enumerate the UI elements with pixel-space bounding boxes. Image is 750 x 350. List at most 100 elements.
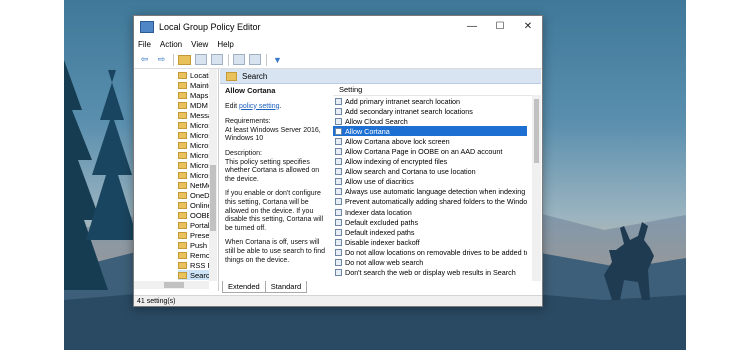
tree-item[interactable]: Remot: [178, 250, 212, 260]
folder-icon: [226, 71, 237, 81]
folder-icon: [178, 211, 187, 219]
tree-item[interactable]: Micros: [178, 140, 212, 150]
export-list-icon[interactable]: [211, 54, 223, 65]
tab-extended[interactable]: Extended: [222, 281, 266, 293]
tree-horizontal-scrollbar[interactable]: [134, 281, 209, 289]
maximize-button[interactable]: ☐: [486, 16, 514, 37]
path-header-title: Search: [242, 71, 268, 81]
up-folder-icon[interactable]: [178, 54, 191, 65]
setting-row[interactable]: Allow Cortana Page in OOBE on an AAD acc…: [333, 146, 527, 156]
setting-column-header[interactable]: Setting: [333, 83, 541, 96]
forward-arrow-icon[interactable]: ⇨: [155, 54, 168, 66]
tree-item[interactable]: Maps: [178, 90, 208, 100]
folder-icon: [178, 161, 187, 169]
setting-row[interactable]: Allow use of diacritics: [333, 177, 527, 187]
menu-view[interactable]: View: [191, 40, 208, 49]
folder-icon: [178, 71, 187, 79]
setting-row[interactable]: Add secondary intranet search locations: [333, 106, 527, 116]
tab-standard[interactable]: Standard: [264, 281, 308, 293]
policy-setting-icon: [335, 148, 342, 156]
tree-item[interactable]: Micros: [178, 150, 212, 160]
app-icon: [140, 20, 154, 33]
setting-row-label: Indexer data location: [345, 207, 412, 217]
menu-file[interactable]: File: [138, 40, 151, 49]
policy-setting-icon: [335, 238, 342, 246]
setting-row-label: Allow use of diacritics: [345, 177, 414, 187]
setting-row[interactable]: Add primary intranet search location: [333, 96, 527, 106]
tree-item[interactable]: OOBE: [178, 210, 212, 220]
setting-row[interactable]: Allow Cortana above lock screen: [333, 136, 527, 146]
details-pane: Search Allow Cortana Edit policy setting…: [220, 69, 541, 281]
policy-setting-icon: [335, 228, 342, 236]
show-hide-tree-icon[interactable]: [195, 54, 207, 65]
tree-hscroll-thumb[interactable]: [164, 282, 184, 288]
tree-item[interactable]: Messa: [178, 110, 212, 120]
tree-item[interactable]: OneDr: [178, 190, 212, 200]
setting-row[interactable]: Allow Cortana: [333, 126, 527, 137]
navigation-tree: Locatio Mainte Maps MDM Messa Micros Micros Mic…: [134, 69, 219, 291]
edit-suffix: .: [279, 102, 282, 110]
setting-row[interactable]: Default excluded paths: [333, 217, 527, 227]
policy-setting-icon: [335, 218, 342, 226]
setting-row-label: Always use automatic language detection …: [345, 187, 527, 197]
properties-icon[interactable]: [249, 54, 261, 65]
tree-item[interactable]: Online: [178, 200, 212, 210]
setting-row[interactable]: Do not allow locations on removable driv…: [333, 247, 527, 257]
setting-row-label: Allow Cortana: [345, 126, 390, 136]
status-bar: 41 setting(s): [134, 295, 542, 306]
setting-row-label: Allow Cloud Search: [345, 116, 408, 126]
policy-setting-icon: [335, 97, 342, 105]
setting-row-label: Do not allow locations on removable driv…: [345, 247, 527, 257]
tree-item[interactable]: Micros: [178, 160, 212, 170]
setting-row[interactable]: Allow search and Cortana to use location: [333, 167, 527, 177]
filter-icon[interactable]: ▼: [271, 54, 284, 66]
setting-row[interactable]: Always use automatic language detection …: [333, 187, 527, 197]
tree-vertical-scrollbar[interactable]: [209, 69, 217, 281]
policy-setting-icon: [335, 248, 342, 256]
setting-row[interactable]: Indexer data location: [333, 207, 527, 217]
policy-setting-icon: [335, 168, 342, 176]
list-vertical-scrollbar[interactable]: [532, 95, 541, 281]
close-button[interactable]: ✕: [514, 16, 542, 37]
menu-help[interactable]: Help: [217, 40, 233, 49]
folder-icon: [178, 231, 187, 239]
policy-setting-icon: [335, 198, 342, 206]
requirements-label: Requirements:: [225, 118, 271, 126]
setting-row[interactable]: Disable indexer backoff: [333, 237, 527, 247]
folder-icon: [178, 141, 187, 149]
back-arrow-icon[interactable]: ⇦: [138, 54, 151, 66]
folder-icon: [178, 271, 187, 279]
policy-setting-link[interactable]: policy setting: [239, 103, 279, 110]
tree-item[interactable]: Mainte: [178, 80, 213, 90]
setting-row[interactable]: Allow indexing of encrypted files: [333, 157, 527, 167]
folder-icon: [178, 151, 187, 159]
setting-row-label: Prevent automatically adding shared fold…: [345, 197, 527, 207]
path-header: Search: [220, 69, 541, 84]
setting-row[interactable]: Don't search the web or display web resu…: [333, 268, 527, 278]
setting-row[interactable]: Allow Cloud Search: [333, 116, 527, 126]
folder-icon: [178, 241, 187, 249]
setting-row[interactable]: Default indexed paths: [333, 227, 527, 237]
setting-row-label: Add secondary intranet search locations: [345, 106, 473, 116]
tree-item[interactable]: Micros: [178, 120, 212, 130]
policy-setting-icon: [335, 259, 342, 267]
list-scroll-thumb[interactable]: [534, 99, 539, 163]
setting-row[interactable]: Do not allow web search: [333, 258, 527, 268]
help-icon[interactable]: [233, 54, 245, 65]
tree-scroll-thumb[interactable]: [210, 165, 216, 231]
setting-row-label: Add primary intranet search location: [345, 96, 461, 106]
window-title: Local Group Policy Editor: [159, 21, 261, 32]
tree-item[interactable]: NetMe: [178, 180, 212, 190]
menu-action[interactable]: Action: [160, 40, 182, 49]
toolbar-separator: [173, 53, 174, 66]
tree-item[interactable]: MDM: [178, 100, 208, 110]
tree-item[interactable]: Micros: [178, 130, 212, 140]
setting-row[interactable]: Prevent automatically adding shared fold…: [333, 197, 527, 207]
tree-item[interactable]: Micros: [178, 170, 212, 180]
description-label: Description:: [225, 149, 262, 157]
setting-row-label: Default excluded paths: [345, 217, 419, 227]
minimize-button[interactable]: —: [458, 16, 486, 37]
edit-line: Edit policy setting.: [225, 103, 329, 112]
tree-item[interactable]: Portab: [178, 220, 212, 230]
policy-setting-icon: [335, 127, 342, 135]
